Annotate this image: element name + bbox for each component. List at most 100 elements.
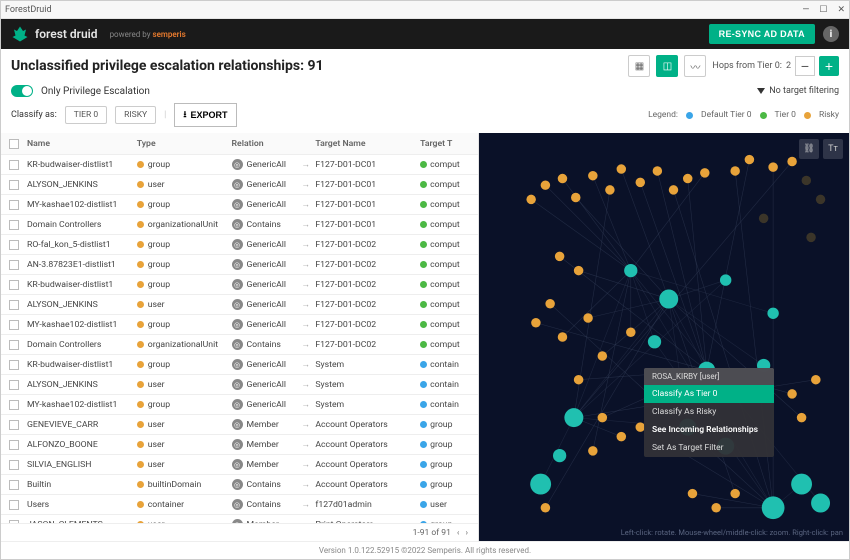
target-dot-icon xyxy=(420,201,427,208)
col-target-type[interactable]: Target T xyxy=(420,139,470,149)
target-dot-icon xyxy=(420,321,427,328)
type-dot-icon xyxy=(137,421,144,428)
row-relation: GenericAll xyxy=(247,360,286,370)
info-icon[interactable]: i xyxy=(823,26,839,42)
row-checkbox[interactable] xyxy=(9,320,19,330)
table-row[interactable]: Domain ControllersorganizationalUnit◎Con… xyxy=(1,335,478,355)
split-view-icon[interactable]: ◫ xyxy=(656,55,678,77)
table-row[interactable]: ALYSON_JENKINSuser◎GenericAll→F127-D01-D… xyxy=(1,175,478,195)
table-row[interactable]: GENEVIEVE_CARRuser◎Member→Account Operat… xyxy=(1,415,478,435)
hops-value: 2 xyxy=(786,61,791,71)
row-type: user xyxy=(148,440,165,450)
graph-text-icon[interactable]: Tт xyxy=(823,139,843,159)
type-dot-icon xyxy=(137,321,144,328)
export-button[interactable]: ⭳EXPORT xyxy=(174,103,236,127)
row-relation: GenericAll xyxy=(247,400,286,410)
row-checkbox[interactable] xyxy=(9,180,19,190)
table-row[interactable]: RO-fal_kon_5-distlist1group◎GenericAll→F… xyxy=(1,235,478,255)
row-name: KR-budwaiser-distlist1 xyxy=(27,360,137,370)
row-checkbox[interactable] xyxy=(9,280,19,290)
ctx-set-target-filter[interactable]: Set As Target Filter xyxy=(644,439,774,457)
ctx-incoming-rel[interactable]: See Incoming Relationships xyxy=(644,421,774,439)
row-target-type: contain xyxy=(430,360,459,370)
row-name: ALYSON_JENKINS xyxy=(27,380,137,390)
table-row[interactable]: KR-budwaiser-distlist1group◎GenericAll→F… xyxy=(1,155,478,175)
relation-icon: ◎ xyxy=(232,479,243,490)
row-target-name: Account Operators xyxy=(315,480,420,490)
select-all-checkbox[interactable] xyxy=(9,139,19,149)
arrow-icon: → xyxy=(301,399,315,410)
table-row[interactable]: KR-budwaiser-distlist1group◎GenericAll→S… xyxy=(1,355,478,375)
table-row[interactable]: MY-kashae102-distlist1group◎GenericAll→S… xyxy=(1,395,478,415)
row-type: group xyxy=(148,200,170,210)
minimize-icon[interactable]: — xyxy=(802,5,809,15)
row-checkbox[interactable] xyxy=(9,360,19,370)
row-relation: Member xyxy=(247,460,279,470)
row-checkbox[interactable] xyxy=(9,480,19,490)
table-row[interactable]: BuiltinbuiltinDomain◎Contains→Account Op… xyxy=(1,475,478,495)
row-type: group xyxy=(148,400,170,410)
only-pe-toggle[interactable] xyxy=(11,85,33,97)
row-checkbox[interactable] xyxy=(9,300,19,310)
row-checkbox[interactable] xyxy=(9,200,19,210)
col-relation[interactable]: Relation xyxy=(232,139,302,149)
table-row[interactable]: ALFONZO_BOONEuser◎Member→Account Operato… xyxy=(1,435,478,455)
graph-panel[interactable]: ⛓ Tт ROSA_KIRBY [user] Classify As Tier … xyxy=(479,133,849,541)
graph-view-icon[interactable]: 〰 xyxy=(684,55,706,77)
relation-icon: ◎ xyxy=(232,399,243,410)
row-name: SILVIA_ENGLISH xyxy=(27,460,137,470)
row-checkbox[interactable] xyxy=(9,380,19,390)
target-dot-icon xyxy=(420,241,427,248)
row-checkbox[interactable] xyxy=(9,460,19,470)
page-prev-icon[interactable]: ‹ xyxy=(457,528,460,538)
table-row[interactable]: AN-3.87823E1-distlist1group◎GenericAll→F… xyxy=(1,255,478,275)
table-row[interactable]: ALYSON_JENKINSuser◎GenericAll→Systemcont… xyxy=(1,375,478,395)
table-row[interactable]: MY-kashae102-distlist1group◎GenericAll→F… xyxy=(1,315,478,335)
classify-risky-button[interactable]: RISKY xyxy=(115,106,156,124)
table-row[interactable]: Userscontainer◎Contains→f127d01adminuser xyxy=(1,495,478,515)
row-type: group xyxy=(148,160,170,170)
hops-plus-button[interactable]: + xyxy=(819,56,839,76)
row-name: ALYSON_JENKINS xyxy=(27,300,137,310)
table-row[interactable]: Domain ControllersorganizationalUnit◎Con… xyxy=(1,215,478,235)
app-logo-icon xyxy=(11,25,29,43)
type-dot-icon xyxy=(137,281,144,288)
row-type: builtinDomain xyxy=(148,480,202,490)
row-checkbox[interactable] xyxy=(9,260,19,270)
col-type[interactable]: Type xyxy=(137,139,232,149)
row-checkbox[interactable] xyxy=(9,440,19,450)
resync-button[interactable]: RE-SYNC AD DATA xyxy=(709,24,815,44)
row-checkbox[interactable] xyxy=(9,220,19,230)
row-relation: GenericAll xyxy=(247,320,286,330)
type-dot-icon xyxy=(137,261,144,268)
row-target-type: group xyxy=(430,420,452,430)
row-relation: GenericAll xyxy=(247,300,286,310)
table-row[interactable]: MY-kashae102-distlist1group◎GenericAll→F… xyxy=(1,195,478,215)
ctx-classify-risky[interactable]: Classify As Risky xyxy=(644,403,774,421)
table-row[interactable]: ALYSON_JENKINSuser◎GenericAll→F127-D01-D… xyxy=(1,295,478,315)
graph-link-icon[interactable]: ⛓ xyxy=(799,139,819,159)
grid-view-icon[interactable]: ▦ xyxy=(628,55,650,77)
col-target-name[interactable]: Target Name xyxy=(315,139,420,149)
relation-icon: ◎ xyxy=(232,419,243,430)
page-next-icon[interactable]: › xyxy=(465,528,468,538)
row-checkbox[interactable] xyxy=(9,240,19,250)
relation-icon: ◎ xyxy=(232,179,243,190)
row-checkbox[interactable] xyxy=(9,400,19,410)
maximize-icon[interactable]: ☐ xyxy=(819,5,827,15)
row-checkbox[interactable] xyxy=(9,340,19,350)
col-name[interactable]: Name xyxy=(27,139,137,149)
table-row[interactable]: SILVIA_ENGLISHuser◎Member→Account Operat… xyxy=(1,455,478,475)
row-checkbox[interactable] xyxy=(9,500,19,510)
table-row[interactable]: JASON_CLEMENTSuser◎Member→Print Operator… xyxy=(1,515,478,523)
arrow-icon: → xyxy=(301,479,315,490)
row-checkbox[interactable] xyxy=(9,420,19,430)
ctx-classify-tier0[interactable]: Classify As Tier 0 xyxy=(644,385,774,403)
close-icon[interactable]: ✕ xyxy=(837,5,845,15)
hops-minus-button[interactable]: − xyxy=(795,56,815,76)
classify-tier0-button[interactable]: TIER 0 xyxy=(65,106,107,124)
row-checkbox[interactable] xyxy=(9,160,19,170)
relation-icon: ◎ xyxy=(232,279,243,290)
table-row[interactable]: KR-budwaiser-distlist1group◎GenericAll→F… xyxy=(1,275,478,295)
no-target-filter-label[interactable]: No target filtering xyxy=(769,86,839,96)
